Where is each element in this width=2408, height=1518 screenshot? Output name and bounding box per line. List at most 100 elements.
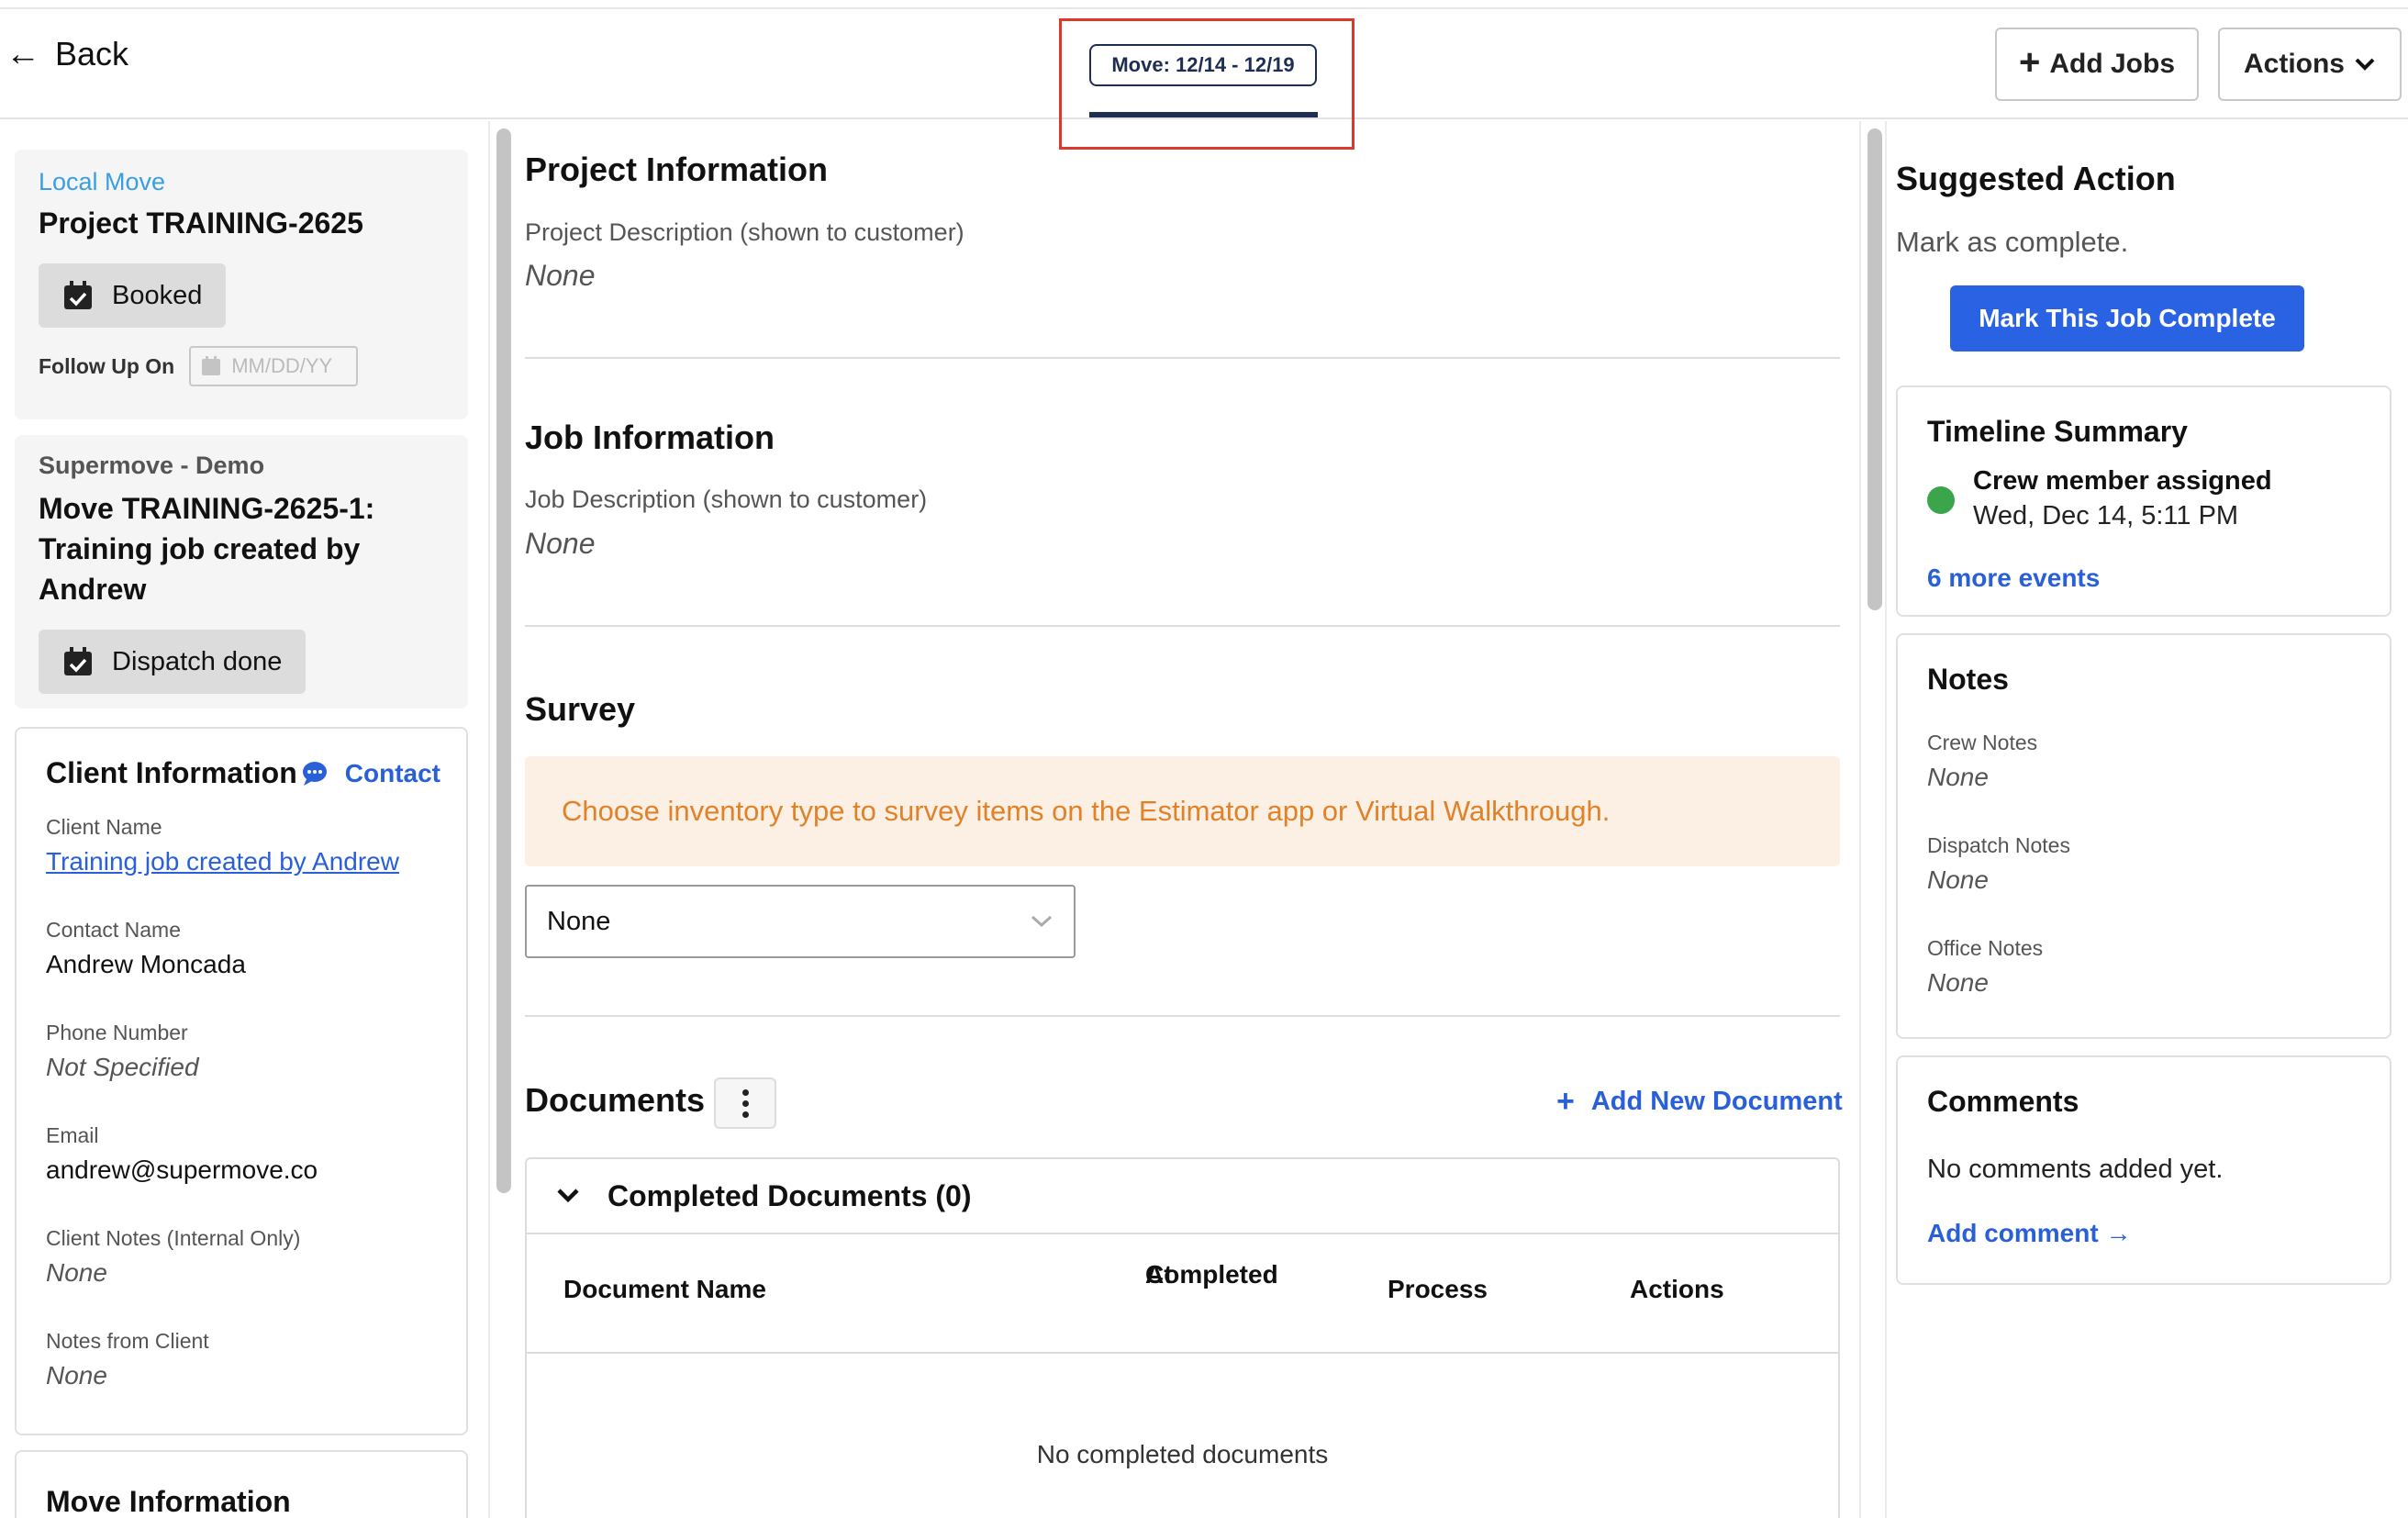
notes-from-client-label: Notes from Client [46, 1329, 209, 1353]
actions-label: Actions [2243, 49, 2345, 79]
project-info-title: Project Information [525, 151, 829, 188]
col-document-name: Document Name [563, 1275, 766, 1303]
office-notes-value: None [1927, 968, 1989, 997]
client-info-card: Client Information Contact Client Name T… [15, 727, 468, 1435]
follow-up-row: Follow Up On MM/DD/YY [39, 346, 359, 386]
timeline-event-title: Crew member assigned [1973, 466, 2272, 496]
chevron-down-icon [1031, 915, 1053, 928]
col-process: Process [1388, 1275, 1488, 1303]
documents-table-header: Document Name Completed At Process Actio… [527, 1234, 1838, 1354]
documents-empty-state: No completed documents [1036, 1440, 1329, 1468]
dispatch-notes-label: Dispatch Notes [1927, 833, 2070, 857]
survey-banner: Choose inventory type to survey items on… [525, 756, 1840, 866]
crew-notes-value: None [1927, 763, 1989, 791]
back-button[interactable]: ← Back [6, 35, 128, 73]
center-scrollbar[interactable] [1867, 128, 1882, 610]
add-comment-link[interactable]: Add comment → [1927, 1219, 2131, 1248]
suggested-action-text: Mark as complete. [1896, 226, 2129, 258]
email-value: andrew@supermove.co [46, 1155, 318, 1184]
client-notes-label: Client Notes (Internal Only) [46, 1226, 301, 1250]
move-info-title: Move Information [46, 1485, 291, 1518]
crew-notes-label: Crew Notes [1927, 731, 2038, 754]
follow-up-date-input[interactable]: MM/DD/YY [189, 346, 359, 386]
calendar-check-icon [64, 281, 92, 309]
tab-move[interactable]: Move: 12/14 - 12/19 [1089, 44, 1317, 86]
chevron-down-icon [557, 1189, 579, 1203]
right-divider-2 [1885, 121, 1887, 1518]
right-divider [1859, 121, 1861, 1518]
active-tab-indicator [1089, 112, 1318, 117]
inventory-type-value: None [547, 906, 611, 936]
chat-icon [302, 761, 327, 786]
section-divider [525, 357, 1840, 359]
project-type: Local Move [39, 168, 166, 195]
client-info-header: Client Information Contact [46, 756, 440, 790]
notes-title: Notes [1927, 663, 2009, 696]
col-completed-at-line-2: At [1145, 1260, 1173, 1289]
col-actions: Actions [1630, 1275, 1724, 1303]
contact-name-label: Contact Name [46, 918, 182, 942]
job-info-title: Job Information [525, 419, 775, 456]
client-name-label: Client Name [46, 815, 162, 839]
job-status-button[interactable]: Dispatch done [39, 630, 307, 694]
follow-up-label: Follow Up On [39, 353, 175, 378]
project-desc-value: None [525, 259, 596, 292]
job-desc-value: None [525, 527, 596, 560]
move-info-card: Move Information [15, 1450, 468, 1518]
job-card: Supermove - Demo Move TRAINING-2625-1: T… [15, 435, 468, 709]
job-title: Move TRAINING-2625-1: Training job creat… [39, 488, 374, 609]
client-info-title: Client Information [46, 756, 297, 789]
calendar-check-icon [64, 647, 92, 675]
follow-up-placeholder: MM/DD/YY [231, 354, 333, 377]
contact-link[interactable]: Contact [345, 759, 440, 788]
calendar-icon [202, 356, 221, 375]
project-title: Project TRAINING-2625 [39, 206, 363, 240]
suggested-action-title: Suggested Action [1896, 160, 2176, 197]
office-notes-label: Office Notes [1927, 936, 2044, 960]
plus-icon: + [2018, 42, 2041, 83]
dispatch-notes-value: None [1927, 865, 1989, 894]
documents-title: Documents [525, 1081, 706, 1119]
back-label: Back [55, 35, 129, 73]
job-org: Supermove - Demo [39, 452, 265, 479]
job-status-label: Dispatch done [112, 646, 283, 676]
status-dot-icon [1927, 486, 1955, 514]
completed-documents-header[interactable]: Completed Documents (0) [527, 1159, 1838, 1234]
project-status-button[interactable]: Booked [39, 263, 227, 328]
comments-card: Comments No comments added yet. Add comm… [1896, 1055, 2391, 1285]
timeline-event-time: Wed, Dec 14, 5:11 PM [1973, 501, 2239, 530]
notes-card: Notes Crew Notes None Dispatch Notes Non… [1896, 633, 2391, 1039]
inventory-type-select[interactable]: None [525, 885, 1076, 958]
chevron-down-icon [2355, 58, 2375, 71]
section-divider [525, 1015, 1840, 1017]
survey-title: Survey [525, 690, 636, 728]
plus-icon: + [1556, 1084, 1575, 1119]
comments-empty-state: No comments added yet. [1927, 1155, 2224, 1184]
project-status-label: Booked [112, 280, 203, 310]
phone-value: Not Specified [46, 1053, 199, 1081]
documents-menu-button[interactable] [714, 1077, 776, 1129]
left-divider [488, 121, 490, 1518]
mark-complete-button[interactable]: Mark This Job Complete [1950, 285, 2304, 352]
more-events-link[interactable]: 6 more events [1927, 564, 2100, 593]
job-desc-label: Job Description (shown to customer) [525, 486, 928, 513]
job-title-line-2: Training job created by [39, 532, 361, 565]
client-name-link[interactable]: Training job created by Andrew [46, 847, 399, 876]
add-new-document-link[interactable]: + Add New Document [1556, 1086, 1843, 1117]
arrow-left-icon: ← [6, 35, 40, 73]
add-new-document-label: Add New Document [1590, 1086, 1843, 1116]
actions-button[interactable]: Actions [2218, 28, 2402, 101]
contact-name-value: Andrew Moncada [46, 950, 246, 978]
phone-label: Phone Number [46, 1021, 188, 1044]
add-jobs-button[interactable]: + Add Jobs [1995, 28, 2199, 101]
add-jobs-label: Add Jobs [2049, 49, 2176, 79]
completed-documents-table: Completed Documents (0) Document Name Co… [525, 1157, 1840, 1518]
timeline-card: Timeline Summary Crew member assigned We… [1896, 385, 2391, 617]
project-desc-label: Project Description (shown to customer) [525, 218, 964, 246]
email-label: Email [46, 1123, 99, 1147]
job-title-line-3: Andrew [39, 573, 147, 606]
left-scrollbar[interactable] [496, 128, 511, 1193]
project-card: Local Move Project TRAINING-2625 Booked … [15, 150, 468, 419]
client-notes-value: None [46, 1258, 107, 1287]
comments-title: Comments [1927, 1085, 2079, 1118]
